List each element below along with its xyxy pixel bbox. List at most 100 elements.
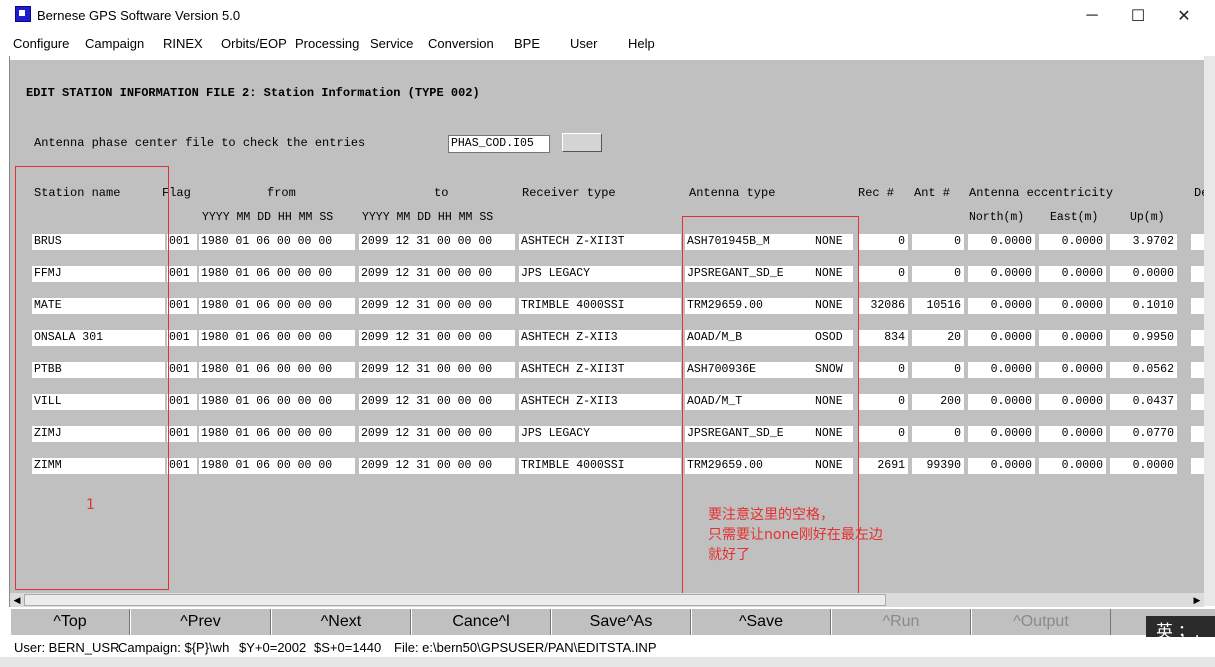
- flag-field[interactable]: 001: [167, 234, 197, 250]
- receiver-type-field[interactable]: ASHTECH Z-XII3: [519, 330, 681, 346]
- rec-number-field[interactable]: 32086: [858, 298, 908, 314]
- menu-help[interactable]: Help: [628, 36, 655, 51]
- next-column-field[interactable]: [1191, 426, 1204, 442]
- to-date-field[interactable]: 2099 12 31 00 00 00: [359, 330, 515, 346]
- receiver-type-field[interactable]: TRIMBLE 4000SSI: [519, 298, 681, 314]
- north-field[interactable]: 0.0000: [968, 298, 1035, 314]
- next-column-field[interactable]: [1191, 330, 1204, 346]
- run-button[interactable]: ^Run: [831, 609, 971, 635]
- east-field[interactable]: 0.0000: [1039, 426, 1106, 442]
- flag-field[interactable]: 001: [167, 330, 197, 346]
- east-field[interactable]: 0.0000: [1039, 458, 1106, 474]
- to-date-field[interactable]: 2099 12 31 00 00 00: [359, 394, 515, 410]
- rec-number-field[interactable]: 2691: [858, 458, 908, 474]
- menu-user[interactable]: User: [570, 36, 597, 51]
- up-field[interactable]: 0.0437: [1110, 394, 1177, 410]
- up-field[interactable]: 3.9702: [1110, 234, 1177, 250]
- prev-button[interactable]: ^Prev: [130, 609, 271, 635]
- receiver-type-field[interactable]: ASHTECH Z-XII3T: [519, 362, 681, 378]
- to-date-field[interactable]: 2099 12 31 00 00 00: [359, 426, 515, 442]
- menu-conversion[interactable]: Conversion: [428, 36, 494, 51]
- from-date-field[interactable]: 1980 01 06 00 00 00: [199, 362, 355, 378]
- menu-rinex[interactable]: RINEX: [163, 36, 203, 51]
- from-date-field[interactable]: 1980 01 06 00 00 00: [199, 234, 355, 250]
- menu-campaign[interactable]: Campaign: [85, 36, 144, 51]
- receiver-type-field[interactable]: JPS LEGACY: [519, 426, 681, 442]
- flag-field[interactable]: 001: [167, 266, 197, 282]
- horizontal-scrollbar[interactable]: ◀ ▶: [10, 593, 1204, 607]
- flag-field[interactable]: 001: [167, 458, 197, 474]
- app-icon[interactable]: [15, 6, 31, 22]
- flag-field[interactable]: 001: [167, 394, 197, 410]
- up-field[interactable]: 0.1010: [1110, 298, 1177, 314]
- rec-number-field[interactable]: 0: [858, 426, 908, 442]
- flag-field[interactable]: 001: [167, 362, 197, 378]
- rec-number-field[interactable]: 834: [858, 330, 908, 346]
- north-field[interactable]: 0.0000: [968, 426, 1035, 442]
- to-date-field[interactable]: 2099 12 31 00 00 00: [359, 266, 515, 282]
- next-column-field[interactable]: [1191, 362, 1204, 378]
- from-date-field[interactable]: 1980 01 06 00 00 00: [199, 426, 355, 442]
- from-date-field[interactable]: 1980 01 06 00 00 00: [199, 458, 355, 474]
- maximize-button[interactable]: ☐: [1115, 0, 1161, 32]
- up-field[interactable]: 0.9950: [1110, 330, 1177, 346]
- menu-configure[interactable]: Configure: [13, 36, 69, 51]
- top-button[interactable]: ^Top: [10, 609, 130, 635]
- menu-orbits-eop[interactable]: Orbits/EOP: [221, 36, 287, 51]
- receiver-type-field[interactable]: ASHTECH Z-XII3T: [519, 234, 681, 250]
- rec-number-field[interactable]: 0: [858, 234, 908, 250]
- next-button[interactable]: ^Next: [271, 609, 411, 635]
- ant-number-field[interactable]: 0: [912, 362, 964, 378]
- menu-bpe[interactable]: BPE: [514, 36, 540, 51]
- north-field[interactable]: 0.0000: [968, 362, 1035, 378]
- east-field[interactable]: 0.0000: [1039, 362, 1106, 378]
- next-column-field[interactable]: [1191, 234, 1204, 250]
- menu-service[interactable]: Service: [370, 36, 413, 51]
- to-date-field[interactable]: 2099 12 31 00 00 00: [359, 234, 515, 250]
- from-date-field[interactable]: 1980 01 06 00 00 00: [199, 298, 355, 314]
- next-column-field[interactable]: [1191, 458, 1204, 474]
- next-column-field[interactable]: [1191, 394, 1204, 410]
- north-field[interactable]: 0.0000: [968, 266, 1035, 282]
- ant-number-field[interactable]: 10516: [912, 298, 964, 314]
- east-field[interactable]: 0.0000: [1039, 266, 1106, 282]
- east-field[interactable]: 0.0000: [1039, 394, 1106, 410]
- north-field[interactable]: 0.0000: [968, 458, 1035, 474]
- cancel-button[interactable]: Cance^l: [411, 609, 551, 635]
- east-field[interactable]: 0.0000: [1039, 298, 1106, 314]
- minimize-button[interactable]: ─: [1069, 0, 1115, 32]
- up-field[interactable]: 0.0000: [1110, 458, 1177, 474]
- east-field[interactable]: 0.0000: [1039, 330, 1106, 346]
- next-column-field[interactable]: [1191, 266, 1204, 282]
- receiver-type-field[interactable]: TRIMBLE 4000SSI: [519, 458, 681, 474]
- flag-field[interactable]: 001: [167, 298, 197, 314]
- scroll-right-arrow-icon[interactable]: ▶: [1190, 593, 1204, 607]
- close-button[interactable]: ✕: [1161, 0, 1207, 32]
- ant-number-field[interactable]: 0: [912, 266, 964, 282]
- from-date-field[interactable]: 1980 01 06 00 00 00: [199, 266, 355, 282]
- north-field[interactable]: 0.0000: [968, 330, 1035, 346]
- output-button[interactable]: ^Output: [971, 609, 1111, 635]
- east-field[interactable]: 0.0000: [1039, 234, 1106, 250]
- ant-number-field[interactable]: 0: [912, 426, 964, 442]
- to-date-field[interactable]: 2099 12 31 00 00 00: [359, 458, 515, 474]
- up-field[interactable]: 0.0562: [1110, 362, 1177, 378]
- horizontal-scroll-thumb[interactable]: [24, 594, 886, 606]
- to-date-field[interactable]: 2099 12 31 00 00 00: [359, 362, 515, 378]
- ant-number-field[interactable]: 0: [912, 234, 964, 250]
- north-field[interactable]: 0.0000: [968, 394, 1035, 410]
- rec-number-field[interactable]: 0: [858, 362, 908, 378]
- receiver-type-field[interactable]: JPS LEGACY: [519, 266, 681, 282]
- browse-button[interactable]: [562, 133, 602, 152]
- save-button[interactable]: ^Save: [691, 609, 831, 635]
- from-date-field[interactable]: 1980 01 06 00 00 00: [199, 330, 355, 346]
- receiver-type-field[interactable]: ASHTECH Z-XII3: [519, 394, 681, 410]
- ant-number-field[interactable]: 99390: [912, 458, 964, 474]
- ant-number-field[interactable]: 20: [912, 330, 964, 346]
- menu-processing[interactable]: Processing: [295, 36, 359, 51]
- rec-number-field[interactable]: 0: [858, 266, 908, 282]
- save-as-button[interactable]: Save^As: [551, 609, 691, 635]
- vertical-scrollbar[interactable]: [1204, 56, 1215, 606]
- ant-number-field[interactable]: 200: [912, 394, 964, 410]
- to-date-field[interactable]: 2099 12 31 00 00 00: [359, 298, 515, 314]
